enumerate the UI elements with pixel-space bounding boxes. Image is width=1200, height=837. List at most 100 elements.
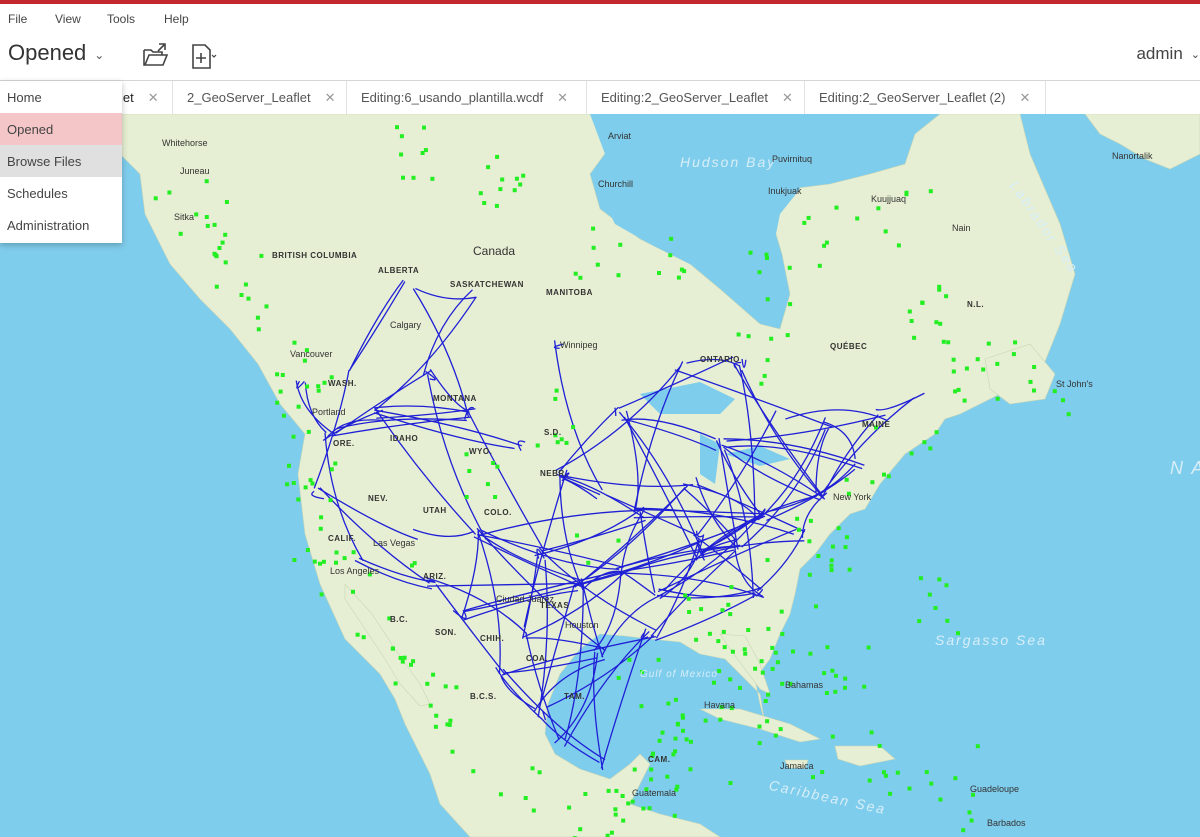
menu-file[interactable]: File bbox=[8, 12, 27, 26]
station-marker bbox=[762, 373, 767, 378]
station-marker bbox=[632, 767, 637, 772]
station-marker bbox=[620, 794, 625, 798]
station-marker bbox=[214, 254, 219, 259]
station-marker bbox=[681, 728, 685, 733]
new-file-icon[interactable] bbox=[190, 41, 220, 71]
station-marker bbox=[938, 797, 943, 802]
label-sitka: Sitka bbox=[174, 212, 195, 222]
menu-help[interactable]: Help bbox=[164, 12, 189, 26]
station-marker bbox=[765, 719, 770, 724]
station-marker bbox=[726, 602, 731, 607]
station-marker bbox=[675, 721, 680, 726]
station-marker bbox=[275, 400, 280, 405]
station-marker bbox=[808, 651, 813, 656]
label-jamaica: Jamaica bbox=[780, 761, 814, 771]
menu-item-home[interactable]: Home bbox=[0, 81, 122, 113]
station-marker bbox=[292, 340, 297, 345]
station-marker bbox=[613, 812, 618, 817]
label-churchill: Churchill bbox=[598, 179, 634, 189]
menu-item-browse-files[interactable]: Browse Files bbox=[0, 145, 122, 177]
station-marker bbox=[606, 788, 611, 793]
station-marker bbox=[167, 190, 172, 195]
station-marker bbox=[824, 240, 829, 245]
station-marker bbox=[521, 173, 526, 178]
label-winnipeg: Winnipeg bbox=[560, 340, 598, 350]
station-marker bbox=[399, 152, 404, 157]
station-marker bbox=[909, 451, 914, 456]
station-marker bbox=[1052, 389, 1057, 394]
menu-tools[interactable]: Tools bbox=[107, 12, 135, 26]
station-marker bbox=[759, 659, 764, 664]
close-icon[interactable]: ✕ bbox=[1019, 90, 1030, 106]
station-marker bbox=[769, 336, 774, 341]
tab-editing-geoserver-2[interactable]: Editing:2_GeoServer_Leaflet (2) ✕ bbox=[805, 81, 1046, 114]
station-marker bbox=[676, 275, 681, 280]
station-marker bbox=[907, 309, 912, 314]
user-menu[interactable]: admin ⌄ bbox=[1136, 44, 1200, 64]
station-marker bbox=[573, 271, 578, 276]
station-marker bbox=[912, 335, 917, 340]
station-marker bbox=[766, 692, 771, 697]
station-marker bbox=[647, 806, 652, 811]
station-marker bbox=[855, 216, 860, 221]
label-wash: WASH. bbox=[328, 379, 357, 388]
label-calif: CALIF. bbox=[328, 534, 356, 543]
station-marker bbox=[920, 300, 925, 305]
station-marker bbox=[796, 527, 801, 532]
station-marker bbox=[564, 440, 569, 445]
label-sargasso: Sargasso Sea bbox=[935, 632, 1047, 648]
label-houston: Houston bbox=[565, 620, 599, 630]
station-marker bbox=[264, 304, 269, 309]
label-utah: UTAH bbox=[423, 506, 447, 515]
menu-item-schedules[interactable]: Schedules bbox=[0, 177, 122, 209]
map-view[interactable]: Canada Hudson Bay Labrador Sea Gulf of M… bbox=[0, 114, 1200, 837]
close-icon[interactable]: ✕ bbox=[148, 90, 159, 106]
menu-item-administration[interactable]: Administration bbox=[0, 209, 122, 241]
menu-view[interactable]: View bbox=[55, 12, 81, 26]
station-marker bbox=[443, 684, 448, 689]
station-marker bbox=[883, 229, 888, 234]
station-marker bbox=[334, 550, 339, 555]
station-marker bbox=[467, 469, 472, 473]
station-marker bbox=[728, 781, 733, 785]
menu-item-opened[interactable]: Opened bbox=[0, 113, 122, 145]
station-marker bbox=[398, 656, 403, 660]
station-marker bbox=[595, 262, 600, 267]
station-marker bbox=[807, 572, 812, 577]
label-wyo: WYO. bbox=[469, 447, 493, 456]
perspective-switcher[interactable]: Opened ⌄ bbox=[8, 40, 104, 66]
station-marker bbox=[688, 767, 693, 772]
station-marker bbox=[770, 645, 775, 650]
label-manitoba: MANITOBA bbox=[546, 288, 593, 297]
station-marker bbox=[862, 684, 867, 689]
station-marker bbox=[722, 645, 727, 650]
station-marker bbox=[683, 593, 688, 598]
station-marker bbox=[205, 223, 210, 228]
tab-editing-plantilla[interactable]: Editing:6_usando_plantilla.wcdf ✕ bbox=[347, 81, 587, 114]
label-hudson-bay: Hudson Bay bbox=[680, 154, 777, 170]
chevron-down-icon: ⌄ bbox=[94, 48, 105, 62]
station-marker bbox=[281, 413, 286, 418]
label-arviat: Arviat bbox=[608, 131, 632, 141]
close-icon[interactable]: ✕ bbox=[325, 90, 336, 106]
station-marker bbox=[627, 657, 632, 662]
station-marker bbox=[275, 372, 280, 377]
close-icon[interactable]: ✕ bbox=[557, 90, 568, 106]
station-marker bbox=[412, 561, 417, 566]
station-marker bbox=[843, 545, 848, 550]
close-icon[interactable]: ✕ bbox=[782, 90, 793, 106]
tab-editing-geoserver[interactable]: Editing:2_GeoServer_Leaflet ✕ bbox=[587, 81, 805, 114]
station-marker bbox=[220, 240, 225, 245]
station-marker bbox=[927, 592, 932, 597]
station-marker bbox=[712, 680, 716, 685]
station-marker bbox=[553, 396, 558, 401]
station-marker bbox=[351, 550, 356, 555]
station-marker bbox=[757, 724, 762, 729]
tab-geoserver-leaflet[interactable]: 2_GeoServer_Leaflet ✕ bbox=[173, 81, 347, 114]
station-marker bbox=[428, 703, 433, 708]
station-marker bbox=[728, 612, 733, 617]
station-marker bbox=[409, 662, 413, 667]
station-marker bbox=[318, 526, 323, 531]
folder-open-icon[interactable] bbox=[141, 41, 171, 71]
label-maine: MAINE bbox=[862, 420, 891, 429]
